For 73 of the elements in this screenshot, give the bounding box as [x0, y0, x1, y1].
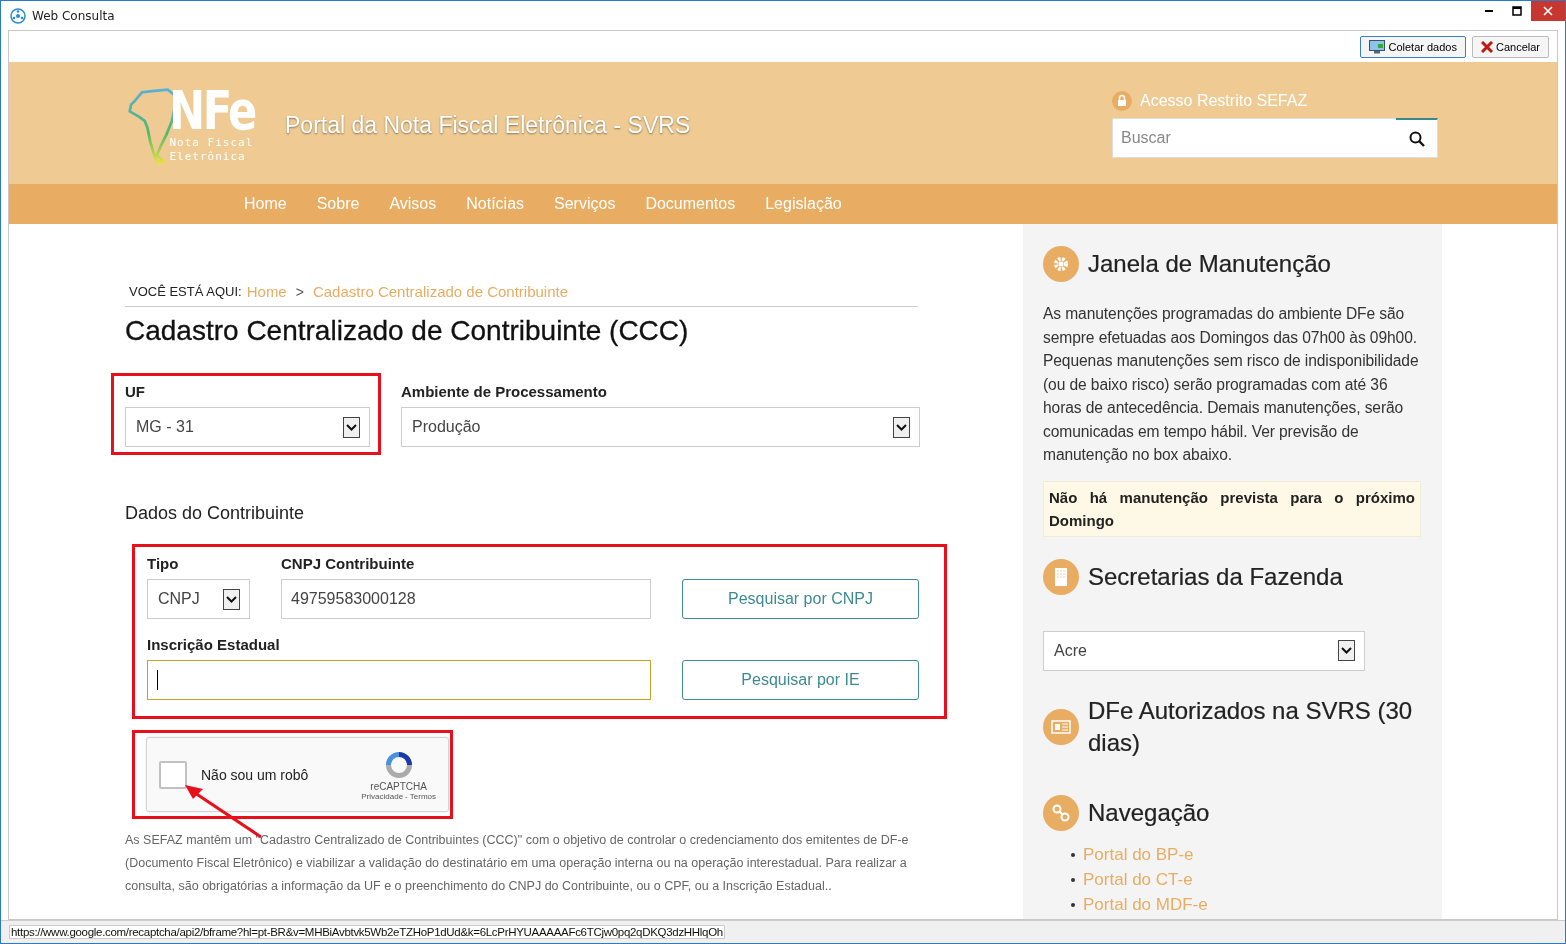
field-label: Inscrição Estadual	[147, 636, 281, 653]
breadcrumb-label: VOCÊ ESTÁ AQUI:	[129, 284, 242, 299]
sidebar-link[interactable]: Portal do MDF-e	[1083, 894, 1208, 915]
field-label: Ambiente de Processamento	[401, 383, 608, 400]
building-icon	[1043, 558, 1079, 595]
logo-subtitle: Nota Fiscal	[169, 136, 255, 150]
link-icon	[1043, 794, 1079, 831]
sidebar-heading: Navegação	[1088, 797, 1210, 828]
captcha-checkbox[interactable]	[159, 760, 187, 789]
captcha-label: Não sou um robô	[201, 766, 310, 783]
maximize-icon	[1512, 6, 1522, 16]
captcha-link[interactable]: Termos	[409, 791, 436, 801]
select-value: CNPJ	[158, 590, 201, 608]
search-ie-button[interactable]: Pesquisar por IE	[682, 660, 919, 700]
select-value: Produção	[412, 418, 482, 436]
nav-link[interactable]: Sobre	[316, 195, 360, 213]
state-registration-field[interactable]	[147, 660, 651, 700]
status-url: https://www.google.com/recaptcha/api2/bframe?hl=pt-BR&v=MHBiAvbtvk5Wb2eTZHoP1dUd&k=6LcPrHYUAAAAAFc6TCjw0pq2qDKQ3dzHHlqOh	[9, 925, 725, 939]
nav-link[interactable]: Home	[244, 195, 287, 213]
environment-select[interactable]: Produção	[401, 407, 920, 447]
search-button[interactable]	[1396, 118, 1438, 158]
collect-data-button[interactable]: Coletar dados	[1360, 35, 1466, 58]
minimize-icon	[1485, 10, 1493, 12]
search-cnpj-button[interactable]: Pesquisar por CNPJ	[682, 579, 919, 619]
captcha-link[interactable]: Privacidade	[361, 791, 404, 801]
section-title: Dados do Contribuinte	[125, 503, 306, 524]
cancel-button[interactable]: Cancelar	[1471, 35, 1549, 58]
close-button[interactable]	[1531, 1, 1565, 21]
sidebar-heading: DFe Autorizados na SVRS (30 dias)	[1088, 695, 1414, 758]
nav-link[interactable]: Legislação	[765, 195, 842, 213]
bullet-icon	[1071, 877, 1075, 882]
description-text: As SEFAZ mantêm um "Cadastro Centralizado de Contribuintes (CCC)" com o objetivo de controlar o credenciamento dos emitentes de DF-e (Documento Fiscal Eletrônico) e viabilizar a validação do destinatário em uma operação interna ou na operação interestadual. Para realizar a consulta, são obrigatórias a informação da UF e o preenchimento do CNPJ do Contribuinte, ou o CPF, ou a Inscrição Estadual..	[125, 832, 910, 895]
uf-select[interactable]: MG - 31	[125, 407, 370, 447]
field-label: Tipo	[147, 555, 180, 572]
search-field[interactable]: Buscar	[1112, 118, 1396, 158]
gear-icon	[1043, 246, 1079, 282]
monitor-icon	[1369, 39, 1386, 54]
breadcrumb-separator: >	[295, 283, 304, 300]
app-icon	[10, 7, 26, 24]
sidebar-link[interactable]: Portal do CT-e	[1083, 869, 1193, 890]
nav-link[interactable]: Avisos	[389, 195, 437, 213]
sidebar-link[interactable]: Portal do BP-e	[1083, 844, 1194, 865]
maintenance-text: As manutenções programadas do ambiente DFe são sempre efetuadas aos Domingos das 07h00 às 09h00. Pequenas manutenções sem risco de indisponibilidade (ou de baixo risco) serão programadas com até 36 horas de antecedência. Demais manutenções, serão comunicadas em tempo hábil. Ver previsão de manutenção no box abaixo.	[1043, 304, 1420, 465]
captcha-brand: reCAPTCHA	[370, 780, 427, 792]
search-icon	[1408, 130, 1425, 147]
page-title: Cadastro Centralizado de Contribuinte (CCC)	[125, 315, 690, 347]
logo-subtitle: Eletrônica	[169, 150, 247, 164]
field-label: CNPJ Contribuinte	[281, 555, 416, 572]
x-icon	[1480, 40, 1493, 53]
maintenance-notice: Não há manutenção prevista para o próximo Domingo	[1043, 480, 1421, 537]
newspaper-icon	[1043, 708, 1079, 745]
type-select[interactable]: CNPJ	[147, 579, 250, 619]
sidebar-heading: Secretarias da Fazenda	[1088, 561, 1343, 592]
breadcrumb-link[interactable]: Home	[246, 283, 287, 300]
restricted-access-link[interactable]: Acesso Restrito SEFAZ	[1140, 92, 1308, 110]
lock-icon	[1112, 91, 1132, 111]
nav-link[interactable]: Notícias	[466, 195, 525, 213]
select-value: Acre	[1054, 641, 1088, 660]
cnpj-field[interactable]: 49759583000128	[281, 579, 651, 619]
nav-link[interactable]: Documentos	[645, 195, 736, 213]
bullet-icon	[1071, 902, 1075, 907]
secretariat-select[interactable]: Acre	[1043, 630, 1365, 671]
window-title: Web Consulta	[32, 8, 115, 23]
bullet-icon	[1071, 852, 1075, 857]
link-separator: -	[405, 791, 408, 801]
portal-title: Portal da Nota Fiscal Eletrônica - SVRS	[285, 111, 691, 139]
sidebar-heading: Janela de Manutenção	[1088, 249, 1331, 279]
select-value: MG - 31	[136, 418, 195, 436]
nav-link[interactable]: Serviços	[554, 195, 616, 213]
close-icon	[1543, 6, 1553, 16]
field-label: UF	[125, 383, 146, 400]
breadcrumb-link[interactable]: Cadastro Centralizado de Contribuinte	[312, 283, 569, 300]
logo-wordmark: NFe	[169, 86, 256, 136]
